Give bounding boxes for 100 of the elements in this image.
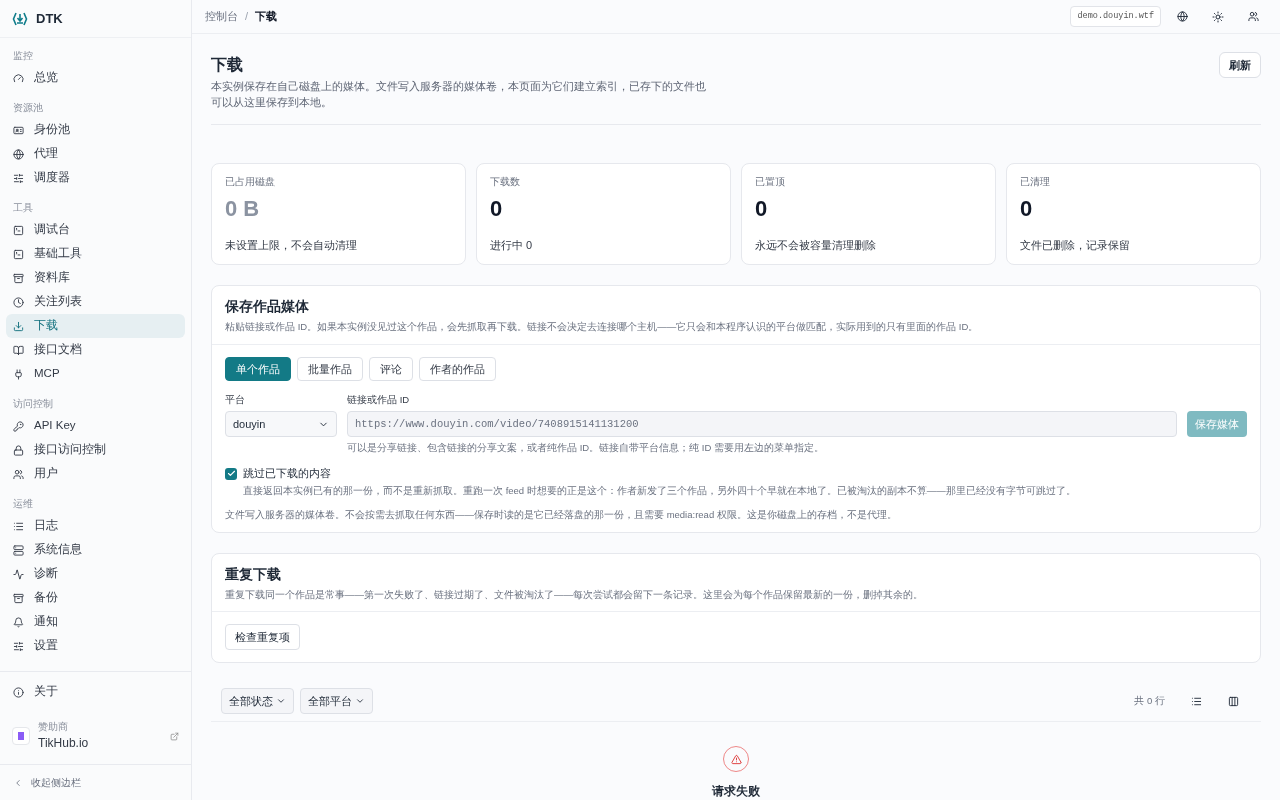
stat-label: 已占用磁盘 [225,175,276,190]
error-message: 请求失败 [712,783,760,800]
nav-item[interactable]: 设置 [6,634,185,658]
list-icon [13,520,24,532]
download-icon [13,320,24,332]
external-link-icon [170,731,179,741]
nav-item[interactable]: 下载 [6,314,185,338]
field-label: 链接或作品 ID [347,392,411,407]
book-icon [13,344,24,356]
stat-note: 文件已删除，记录保留 [1020,237,1131,253]
stat-value: 0 [755,194,769,223]
breadcrumb-item[interactable]: 控制台 [205,8,238,25]
id-card-icon [13,124,24,136]
nav-item[interactable]: MCP [6,362,185,386]
nav-item[interactable]: 总览 [6,66,185,90]
collapse-sidebar-button[interactable]: 收起侧边栏 [13,775,81,790]
card-description: 重复下载同一个作品是常事——第一次失败了、链接过期了、文件被淘汰了——每次尝试都会留下一条记录。这里会为每个作品保留最新的一份，删掉其余的。 [225,587,924,602]
filter-dropdown[interactable]: 全部平台 [300,688,373,714]
card-title: 重复下载 [225,566,282,585]
nav-item[interactable]: 备份 [6,586,185,610]
columns-icon[interactable] [1228,695,1239,707]
chevron-icon [355,696,365,706]
nav-group-label: 监控 [12,49,34,63]
clock-icon [13,296,24,308]
nav-item[interactable]: 资料库 [6,266,185,290]
users-icon[interactable] [1248,11,1259,23]
nav-item[interactable]: 身份池 [6,118,185,142]
checkbox-description: 直接返回本实例已有的那一份，而不是重新抓取。重跑一次 feed 时想要的正是这个：作者新发了三个作品，另外四十个早就在本地了。已被淘汰的副本不算——那里已经没有字节可跳过了。 [243,483,1077,498]
nav-item[interactable]: 通知 [6,610,185,634]
nav-item[interactable]: 接口访问控制 [6,438,185,462]
list-view-icon[interactable] [1191,695,1202,707]
users-icon [13,468,24,480]
footnote: 文件写入服务器的媒体卷。不会按需去抓取任何东西——保存时读的是它已经落盘的那一份，且需要 media:read 权限。这是你磁盘上的存档，不是代理。 [225,508,898,522]
field-hint: 可以是分享链接、包含链接的分享文案，或者纯作品 ID。链接自带平台信息；纯 ID 需要用左边的菜单指定。 [347,441,825,455]
nav-item[interactable]: 接口文档 [6,338,185,362]
nav-item[interactable]: 日志 [6,514,185,538]
nav-item[interactable]: 诊断 [6,562,185,586]
stat-label: 已清理 [1020,175,1051,190]
stat-label: 已置顶 [755,175,786,190]
stat-label: 下载数 [490,175,521,190]
nav-item[interactable]: 关注列表 [6,290,185,314]
theme-icon[interactable] [1212,10,1224,23]
nav-item[interactable]: 关于 [6,680,185,704]
plug-icon [13,368,24,380]
globe-icon [13,148,24,160]
breadcrumb-separator: / [245,9,249,25]
breadcrumb-item: 下载 [255,9,278,25]
stat-note: 未设置上限，不会自动清理 [225,237,358,253]
logo-icon [12,10,28,27]
link-input[interactable]: https://www.douyin.com/video/7408915141131200 [347,411,1177,437]
sponsor-card[interactable]: 赞助商 TikHub.io [6,714,185,758]
stat-value: 0 [490,194,504,223]
card-description: 粘贴链接或作品 ID。如果本实例没见过这个作品，会先抓取再下载。链接不会决定去连接哪个主机——它只会和本程序认识的平台做匹配，实际用到的只有里面的作品 ID。 [225,319,980,334]
stat-value: 0 B [225,194,261,223]
archive-icon [13,592,24,604]
row-count: 共 0 行 [1134,693,1165,708]
nav-group-label: 工具 [12,201,34,215]
nav-item[interactable]: 代理 [6,142,185,166]
field-label: 平台 [225,392,246,407]
server-icon [13,544,24,556]
gauge-icon [13,72,24,84]
sponsor-name: TikHub.io [38,735,90,753]
chevron-left-icon [13,777,23,788]
nav-item[interactable]: 调试台 [6,218,185,242]
sliders-icon [13,640,24,652]
nav-group-label: 运维 [12,497,34,511]
filter-dropdown[interactable]: 全部状态 [221,688,294,714]
lock-icon [13,444,24,456]
checkbox[interactable] [225,467,237,480]
terminal-icon [13,224,24,236]
checkbox-label: 跳过已下载的内容 [243,466,331,482]
nav-item[interactable]: 调度器 [6,166,185,190]
refresh-button[interactable]: 刷新 [1219,52,1261,79]
check-duplicates-button[interactable]: 检查重复项 [225,624,300,650]
page-title: 下载 [211,55,244,76]
language-icon[interactable] [1177,11,1188,23]
platform-select[interactable]: douyin [225,411,337,437]
stat-value: 0 [1020,194,1034,223]
info-icon [13,686,24,698]
nav-item[interactable]: 用户 [6,462,185,486]
page-description: 本实例保存在自己磁盘上的媒体。文件写入服务器的媒体卷，本页面为它们建立索引，已存下的文件也可以从这里保存到本地。 [211,79,706,111]
terminal-icon [13,248,24,260]
key-icon [13,420,24,432]
sponsor-label: 赞助商 [38,719,69,734]
nav-group-label: 资源池 [12,101,44,115]
nav-item[interactable]: API Key [6,414,185,438]
stat-note: 进行中 0 [490,237,534,253]
nav-group-label: 访问控制 [12,397,54,411]
pulse-icon [13,568,24,580]
mode-tab[interactable]: 作者的作品 [419,356,496,381]
host-badge: demo.douyin.wtf [1070,6,1161,27]
sponsor-logo-icon [12,727,30,745]
bell-icon [13,616,24,628]
card-title: 保存作品媒体 [225,298,310,317]
nav-item[interactable]: 基础工具 [6,242,185,266]
brand-name: DTK [36,9,63,28]
mode-tab[interactable]: 单个作品 [225,356,291,381]
mode-tab[interactable]: 评论 [369,356,413,381]
mode-tab[interactable]: 批量作品 [297,356,363,381]
nav-item[interactable]: 系统信息 [6,538,185,562]
